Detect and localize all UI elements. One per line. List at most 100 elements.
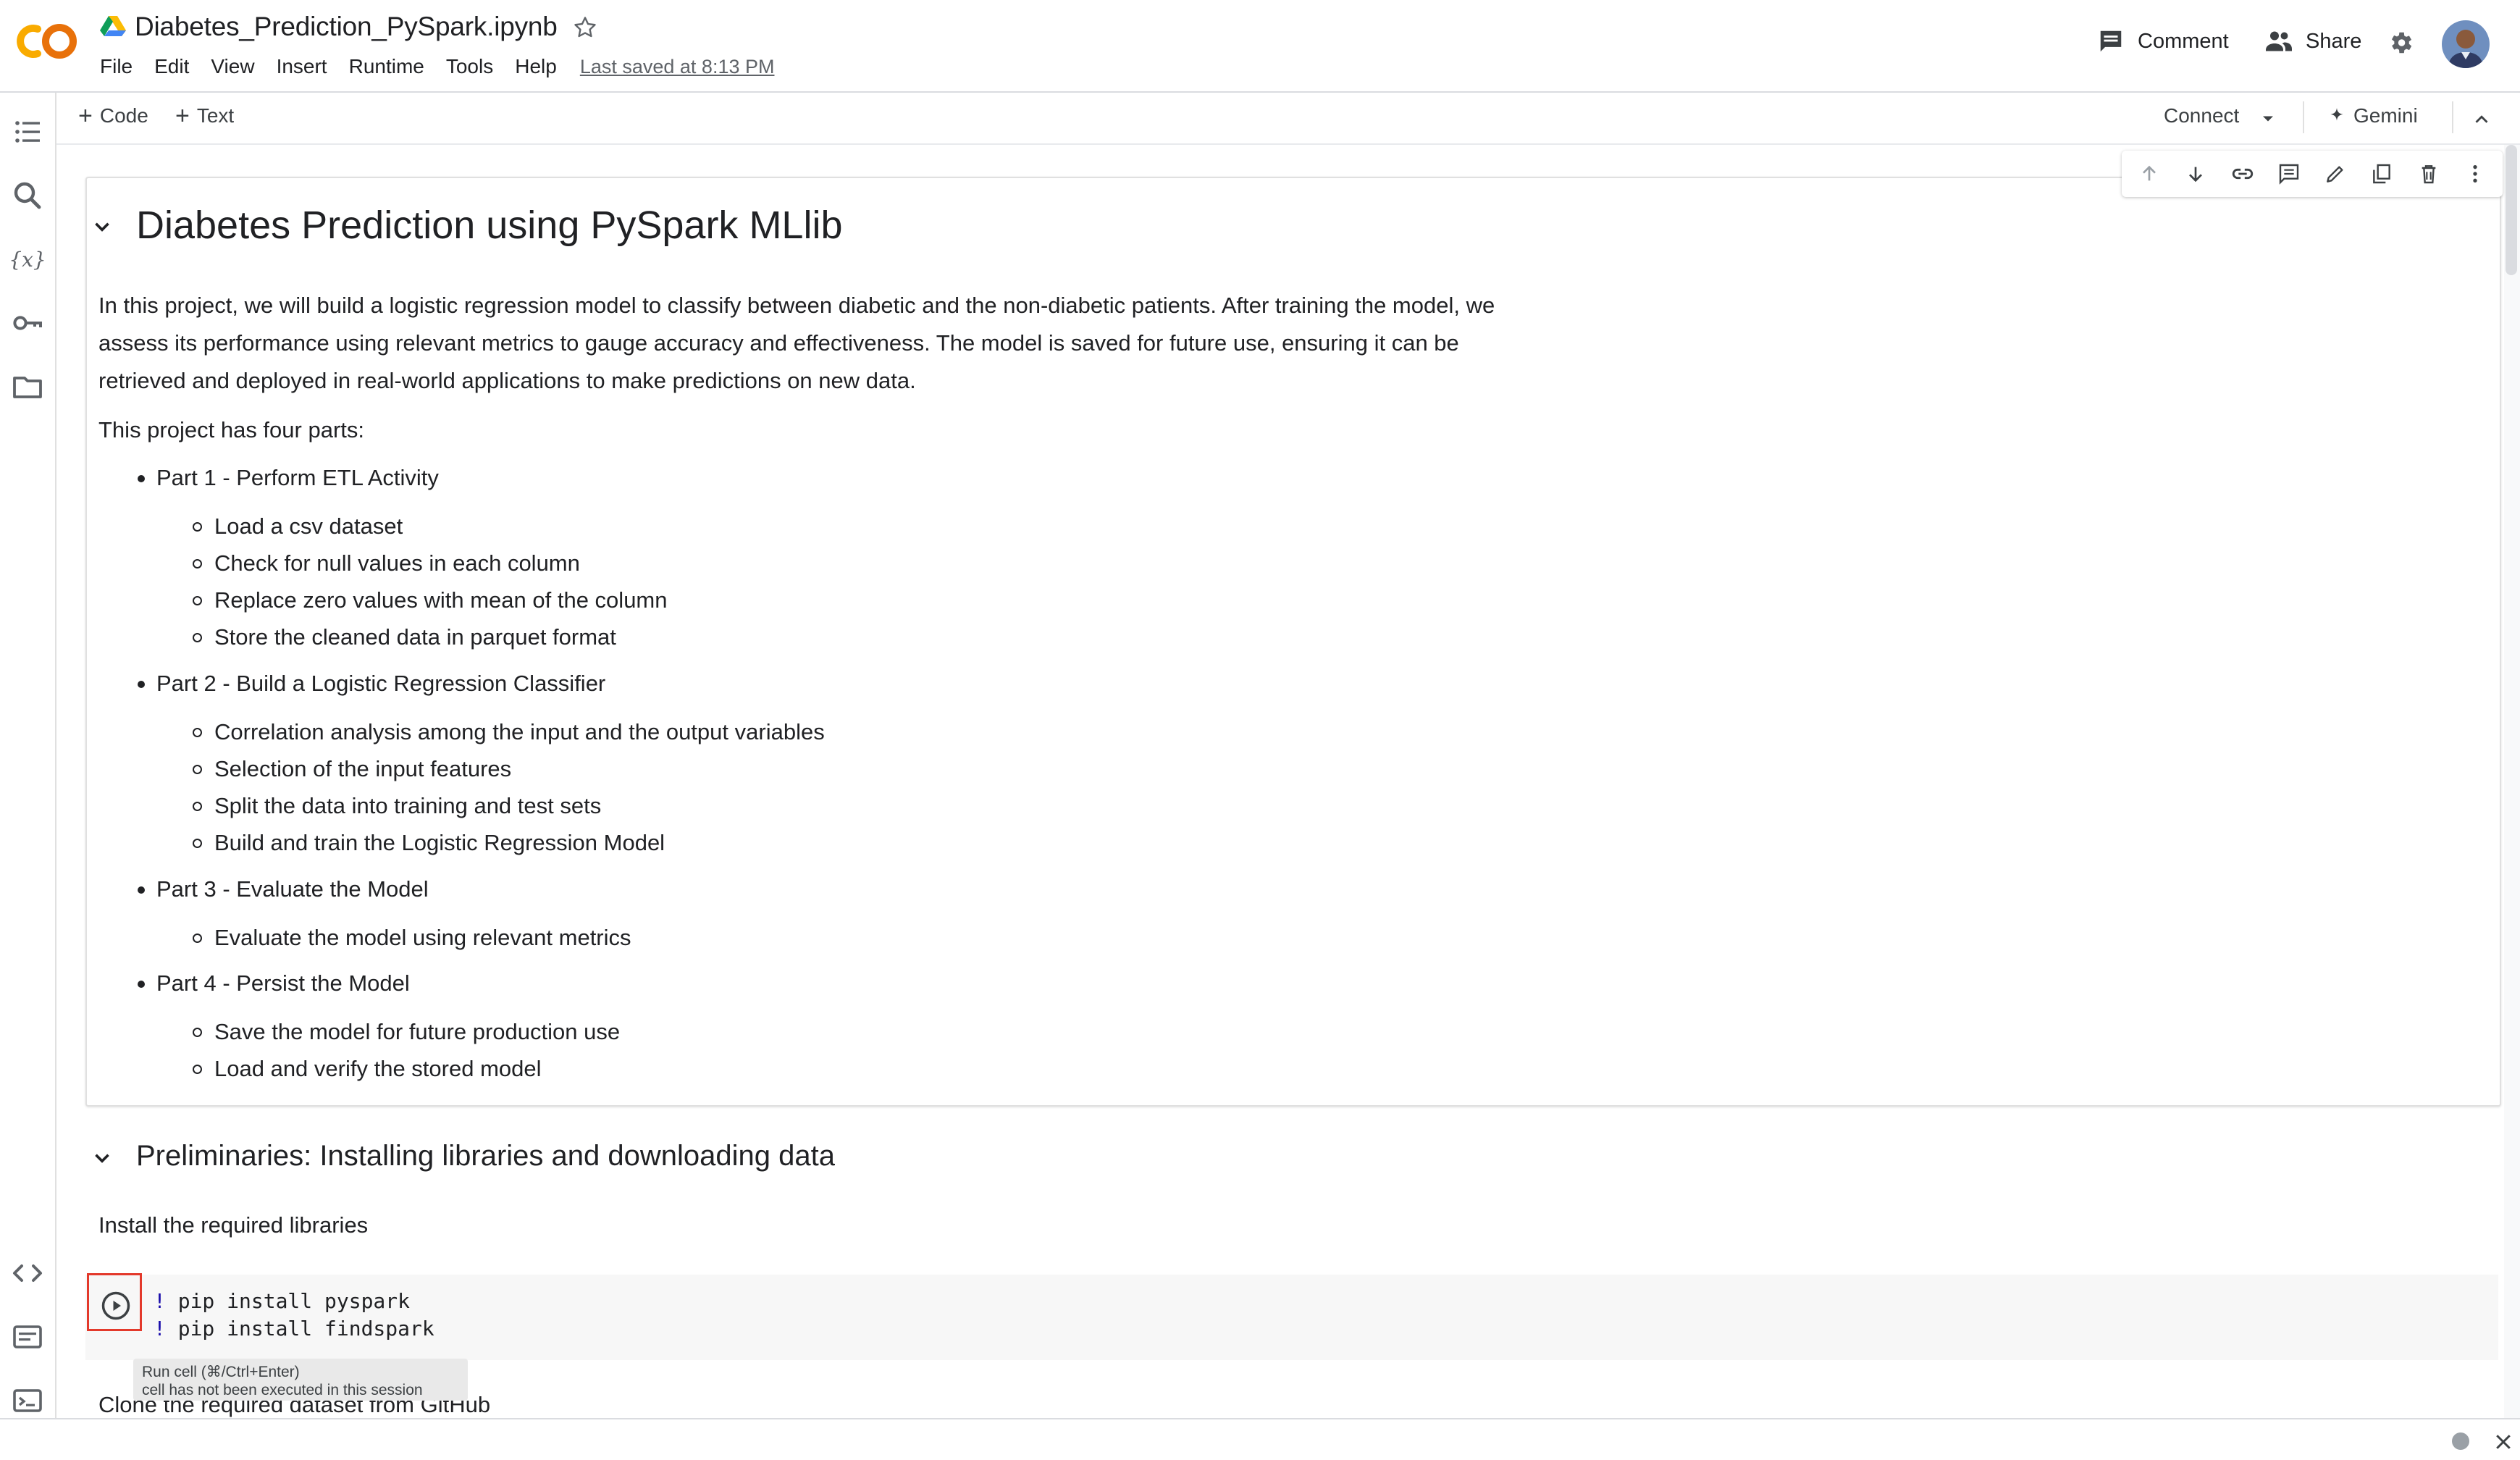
part-3-item: Evaluate the model using relevant metric… [214, 925, 631, 950]
more-options-icon[interactable] [2461, 159, 2490, 188]
code-line[interactable]: ! pip install findspark [154, 1317, 434, 1341]
plus-icon: + [78, 102, 93, 130]
sub-bullet [193, 596, 202, 605]
top-header: Diabetes_Prediction_PySpark.ipynb File E… [0, 0, 2520, 93]
search-icon[interactable] [10, 178, 45, 213]
plus-icon: + [175, 102, 190, 130]
part-4-item: Load and verify the stored model [214, 1056, 542, 1081]
comment-icon[interactable] [2275, 159, 2303, 188]
menu-help[interactable]: Help [515, 55, 557, 78]
part-1-item: Replace zero values with mean of the col… [214, 587, 668, 613]
sparkle-icon [2327, 106, 2346, 125]
collapse-section-chevron-icon[interactable] [90, 214, 114, 239]
menu-runtime[interactable]: Runtime [349, 55, 424, 78]
google-drive-icon [100, 14, 126, 38]
part-4-item: Save the model for future production use [214, 1019, 621, 1044]
section-heading: Preliminaries: Installing libraries and … [136, 1140, 835, 1172]
menu-view[interactable]: View [211, 55, 254, 78]
status-bar [0, 1418, 2520, 1460]
sub-bullet [193, 765, 202, 774]
part-2-item: Correlation analysis among the input and… [214, 719, 825, 744]
move-up-icon[interactable] [2135, 159, 2164, 188]
gemini-label: Gemini [2353, 104, 2418, 127]
notebook-toolbar: + Code + Text Connect Gemini [56, 93, 2520, 145]
parts-intro: This project has four parts: [98, 417, 364, 442]
sub-bullet [193, 934, 202, 943]
menu-edit[interactable]: Edit [154, 55, 189, 78]
menu-file[interactable]: File [100, 55, 133, 78]
sub-bullet [193, 839, 202, 848]
star-icon[interactable] [572, 14, 598, 41]
settings-gear-icon[interactable] [2387, 29, 2414, 56]
collapse-section-chevron-icon[interactable] [90, 1146, 114, 1170]
sub-bullet [193, 1065, 202, 1074]
close-icon[interactable] [2492, 1431, 2514, 1453]
sub-bullet [193, 633, 202, 642]
secrets-key-icon[interactable] [10, 306, 45, 340]
menu-tools[interactable]: Tools [446, 55, 493, 78]
terminal-icon[interactable] [10, 1383, 45, 1418]
notebook-heading: Diabetes Prediction using PySpark MLlib [136, 204, 843, 247]
connect-button[interactable]: Connect [2164, 104, 2239, 127]
tooltip-status: cell has not been executed in this sessi… [142, 1382, 423, 1398]
sub-bullet [193, 1028, 202, 1037]
code-text: pip install pyspark [165, 1289, 411, 1313]
edit-icon[interactable] [2321, 159, 2350, 188]
code-text: pip install findspark [165, 1317, 434, 1341]
runtime-status-icon[interactable] [2452, 1432, 2469, 1450]
notebook-title[interactable]: Diabetes_Prediction_PySpark.ipynb [135, 12, 558, 42]
part-3-title: Part 3 - Evaluate the Model [156, 876, 429, 902]
share-button[interactable]: Share [2264, 28, 2361, 55]
add-text-button[interactable]: + Text [175, 102, 235, 130]
part-1-title: Part 1 - Perform ETL Activity [156, 465, 439, 490]
variables-icon[interactable]: {x} [10, 242, 45, 277]
user-avatar[interactable] [2442, 20, 2490, 68]
intro-paragraph-line-2: assess its performance using relevant me… [98, 330, 1459, 356]
command-palette-icon[interactable] [10, 1320, 45, 1354]
add-code-label: Code [99, 104, 148, 127]
colab-logo[interactable] [16, 22, 81, 61]
shell-bang: ! [154, 1317, 166, 1341]
table-of-contents-icon[interactable] [10, 114, 45, 149]
part-2-title: Part 2 - Build a Logistic Regression Cla… [156, 671, 606, 696]
code-line[interactable]: ! pip install pyspark [154, 1289, 410, 1313]
run-cell-button[interactable] [101, 1291, 131, 1321]
intro-paragraph-line-3: retrieved and deployed in real-world app… [98, 368, 916, 393]
bullet [138, 981, 145, 988]
move-down-icon[interactable] [2181, 159, 2210, 188]
chevron-up-icon[interactable] [2471, 109, 2492, 130]
files-folder-icon[interactable] [10, 369, 45, 404]
comment-icon [2097, 28, 2125, 55]
people-icon [2264, 28, 2294, 55]
left-sidebar: {x} [0, 93, 56, 1418]
add-text-label: Text [196, 104, 235, 127]
scrollbar-thumb[interactable] [2506, 145, 2517, 275]
part-4-title: Part 4 - Persist the Model [156, 970, 410, 996]
link-icon[interactable] [2228, 159, 2257, 188]
sub-bullet [193, 522, 202, 532]
bullet [138, 886, 145, 894]
sub-bullet [193, 728, 202, 737]
add-code-button[interactable]: + Code [78, 102, 148, 130]
last-saved-link[interactable]: Last saved at 8:13 PM [580, 56, 775, 78]
mirror-cell-icon[interactable] [2367, 159, 2396, 188]
run-cell-tooltip: Run cell (⌘/Ctrl+Enter) cell has not bee… [133, 1359, 468, 1401]
part-2-item: Split the data into training and test se… [214, 793, 602, 818]
chevron-down-icon[interactable] [2258, 109, 2278, 129]
comment-button[interactable]: Comment [2097, 28, 2229, 55]
sub-bullet [193, 559, 202, 569]
tooltip-shortcut: Run cell (⌘/Ctrl+Enter) [142, 1364, 300, 1380]
gemini-button[interactable]: Gemini [2327, 104, 2418, 127]
scrollbar-track[interactable] [2504, 145, 2520, 1418]
delete-icon[interactable] [2414, 159, 2443, 188]
code-cell[interactable] [85, 1275, 2498, 1360]
code-snippets-icon[interactable] [10, 1256, 45, 1291]
intro-paragraph-line-1: In this project, we will build a logisti… [98, 293, 1495, 318]
bullet [138, 475, 145, 482]
menu-insert[interactable]: Insert [277, 55, 327, 78]
comment-label: Comment [2138, 29, 2229, 53]
cell-action-toolbar [2122, 151, 2503, 197]
svg-text:{x}: {x} [10, 248, 45, 272]
toolbar-divider [2452, 101, 2453, 133]
bullet [138, 681, 145, 688]
